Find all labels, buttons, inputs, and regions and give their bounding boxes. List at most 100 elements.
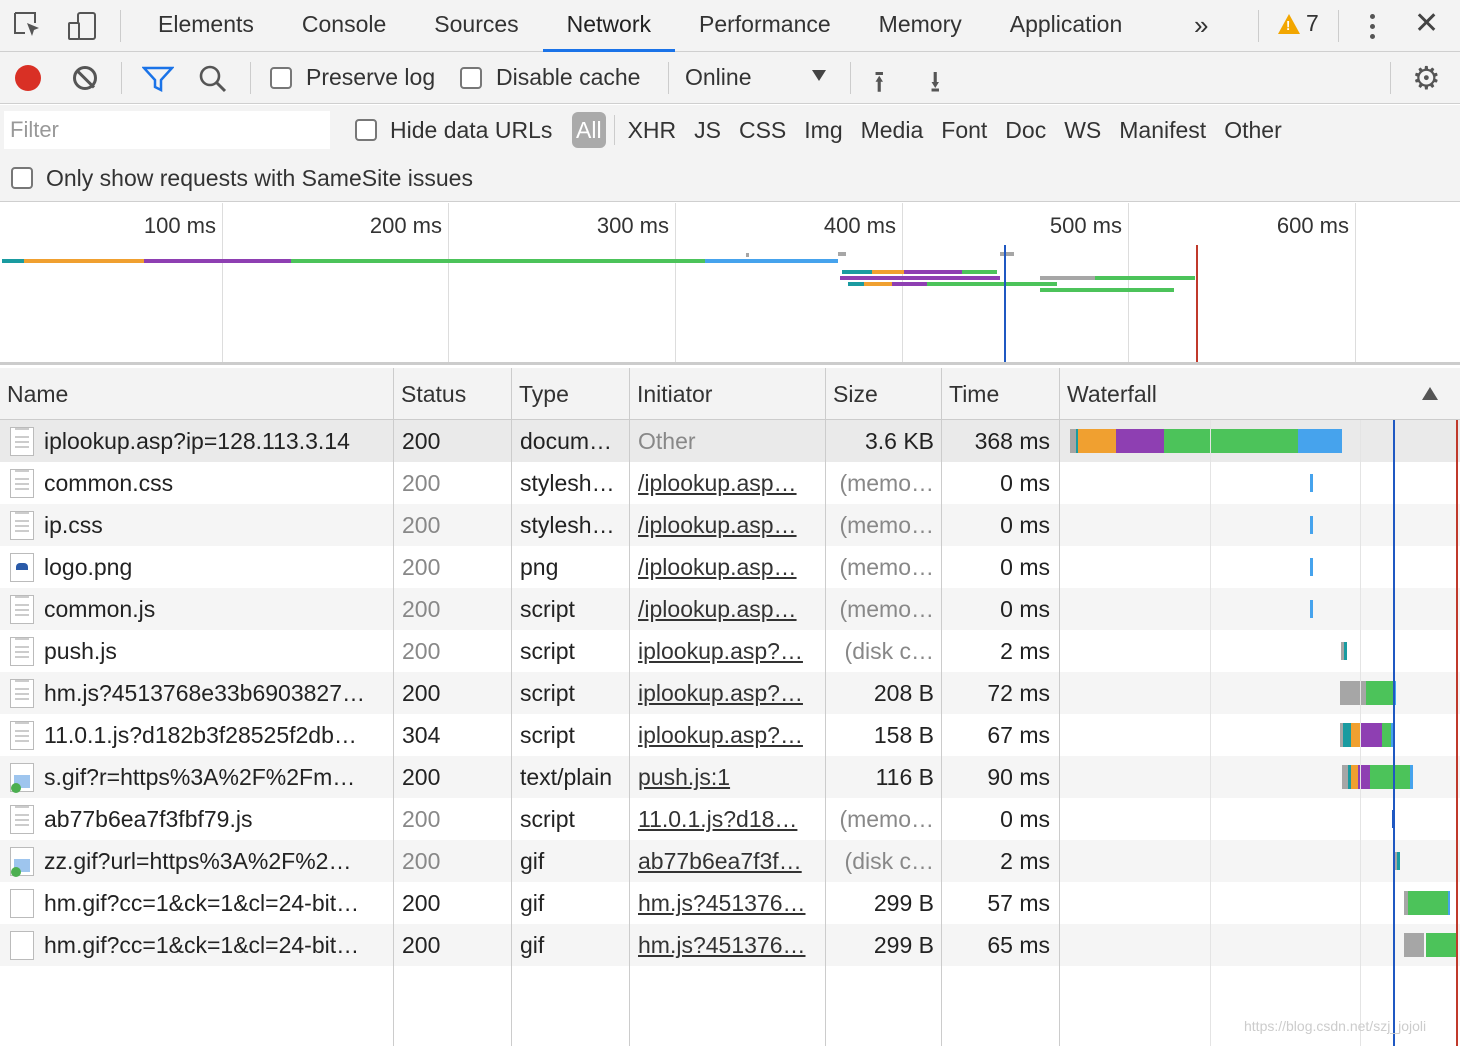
table-row[interactable]: ip.css 200 stylesh… /iplookup.asp… (memo… 0 m… (0, 504, 1460, 546)
request-type: docum… (520, 428, 613, 454)
warnings-counter[interactable]: ! 7 (1278, 10, 1319, 37)
table-row[interactable]: ab77b6ea7f3fbf79.js 200 script 11.0.1.js?d1… (0, 798, 1460, 840)
document-file-icon (10, 595, 34, 624)
filter-type-js[interactable]: JS (685, 111, 730, 149)
overview-bar (746, 253, 749, 257)
filter-type-xhr[interactable]: XHR (619, 111, 686, 149)
sort-ascending-icon (1422, 387, 1438, 400)
tab-elements[interactable]: Elements (134, 0, 278, 52)
request-size: (memo… (839, 512, 934, 538)
settings-gear-icon[interactable]: ⚙ (1412, 62, 1441, 94)
tab-application[interactable]: Application (986, 0, 1147, 52)
request-size: (disk c… (844, 848, 934, 874)
request-status: 200 (402, 638, 441, 664)
column-separator (825, 368, 826, 1046)
column-header-size[interactable]: Size (826, 368, 878, 420)
request-status: 200 (402, 680, 441, 706)
warnings-count: 7 (1306, 10, 1319, 36)
import-har-icon[interactable]: ⭱ (874, 60, 885, 111)
table-row[interactable]: common.js 200 script/iplookup.asp… (memo… 0 … (0, 588, 1460, 630)
tab-console[interactable]: Console (278, 0, 410, 52)
request-initiator[interactable]: iplookup.asp?… (638, 630, 818, 672)
column-header-time[interactable]: Time (942, 368, 999, 420)
waterfall-segment (1361, 723, 1382, 747)
request-time: 2 ms (1000, 638, 1050, 664)
request-initiator[interactable]: iplookup.asp?… (638, 672, 818, 714)
request-initiator[interactable]: hm.js?451376… (638, 882, 818, 924)
record-button[interactable] (15, 65, 41, 91)
table-row[interactable]: hm.gif?cc=1&ck=1&cl=24-bit… 200 gif hm.js?4… (0, 882, 1460, 924)
table-row[interactable]: zz.gif?url=https%3A%2F%2… 200 gif ab77b6ea7… (0, 840, 1460, 882)
resource-type-filters: All XHR JS CSS Img Media Font Doc WS Manifest Othe… (572, 111, 1291, 149)
waterfall-segment (1078, 429, 1116, 453)
table-row[interactable]: iplookup.asp?ip=128.113.3.14 200 docum… Oth… (0, 420, 1460, 462)
tab-network[interactable]: Network (542, 0, 676, 52)
device-toolbar-icon[interactable] (66, 10, 98, 42)
export-har-icon[interactable]: ⭳ (930, 60, 941, 111)
request-name: hm.js?4513768e33b6903827… (44, 680, 365, 706)
table-row[interactable]: push.js 200 script iplookup.asp?… (disk c… 2 … (0, 630, 1460, 672)
clear-icon[interactable] (73, 66, 97, 90)
request-initiator[interactable]: ab77b6ea7f3f… (638, 840, 818, 882)
column-header-waterfall[interactable]: Waterfall (1060, 368, 1157, 420)
filter-type-css[interactable]: CSS (730, 111, 795, 149)
load-marker (1196, 245, 1198, 362)
filter-type-doc[interactable]: Doc (996, 111, 1055, 149)
more-tabs-icon[interactable]: » (1194, 10, 1208, 41)
column-header-type[interactable]: Type (512, 368, 569, 420)
throttling-select[interactable]: Online (685, 64, 751, 91)
warning-glyph: ! (1286, 17, 1291, 33)
filter-type-ws[interactable]: WS (1055, 111, 1110, 149)
table-row[interactable]: 11.0.1.js?d182b3f28525f2db… 304 script iplo… (0, 714, 1460, 756)
request-initiator[interactable]: 11.0.1.js?d18… (638, 798, 818, 840)
disable-cache-checkbox[interactable] (460, 67, 482, 89)
filter-type-font[interactable]: Font (932, 111, 996, 149)
hide-data-urls-checkbox[interactable] (355, 119, 377, 141)
separator (613, 115, 615, 145)
waterfall-segment (1448, 891, 1450, 915)
request-initiator[interactable]: hm.js?451376… (638, 924, 818, 966)
filter-type-media[interactable]: Media (852, 111, 933, 149)
inspect-element-icon[interactable] (12, 10, 44, 42)
preserve-log-label: Preserve log (306, 64, 436, 90)
filter-type-other[interactable]: Other (1215, 111, 1291, 149)
search-icon[interactable] (198, 64, 228, 94)
more-options-icon[interactable] (1365, 12, 1379, 42)
chevron-down-icon[interactable] (812, 70, 826, 81)
filter-type-manifest[interactable]: Manifest (1110, 111, 1215, 149)
request-initiator[interactable]: push.js:1 (638, 756, 818, 798)
table-row[interactable]: hm.gif?cc=1&ck=1&cl=24-bit… 200 gif hm.js?4… (0, 924, 1460, 966)
request-name: common.js (44, 596, 156, 622)
tab-memory[interactable]: Memory (855, 0, 986, 52)
filter-bar: Hide data URLs All XHRJSCSSImgMediaFontDo… (0, 105, 1460, 202)
column-header-status[interactable]: Status (394, 368, 466, 420)
overview-bar (838, 252, 846, 256)
request-initiator[interactable]: /iplookup.asp… (638, 504, 818, 546)
filter-type-all[interactable]: All (572, 112, 606, 148)
filter-input[interactable] (4, 111, 330, 149)
request-initiator[interactable]: /iplookup.asp… (638, 462, 818, 504)
column-header-initiator[interactable]: Initiator (630, 368, 712, 420)
separator (250, 62, 251, 94)
request-initiator[interactable]: /iplookup.asp… (638, 546, 818, 588)
request-initiator[interactable]: iplookup.asp?… (638, 714, 818, 756)
waterfall-segment (1164, 429, 1298, 453)
table-row[interactable]: hm.js?4513768e33b6903827… 200 script iplook… (0, 672, 1460, 714)
tab-sources[interactable]: Sources (410, 0, 542, 52)
table-row[interactable]: logo.png 200 png/iplookup.asp… (memo… 0 ms (0, 546, 1460, 588)
timeline-overview[interactable]: 100 ms 200 ms 300 ms 400 ms 500 ms 600 ms (0, 203, 1460, 365)
request-size: 208 B (873, 680, 934, 706)
overview-gridline (1128, 203, 1129, 362)
filter-type-img[interactable]: Img (795, 111, 851, 149)
table-row[interactable]: s.gif?r=https%3A%2F%2Fm… 200 text/plain pus… (0, 756, 1460, 798)
filter-icon[interactable] (142, 66, 174, 92)
close-icon[interactable]: ✕ (1414, 6, 1439, 41)
request-initiator[interactable]: /iplookup.asp… (638, 588, 818, 630)
column-header-name[interactable]: Name (0, 368, 68, 420)
tab-performance[interactable]: Performance (675, 0, 855, 52)
samesite-checkbox[interactable] (11, 167, 33, 189)
document-file-icon (10, 427, 34, 456)
preserve-log-checkbox[interactable] (270, 67, 292, 89)
request-size: (memo… (839, 806, 934, 832)
table-row[interactable]: common.css 200 stylesh… /iplookup.asp… (memo… (0, 462, 1460, 504)
